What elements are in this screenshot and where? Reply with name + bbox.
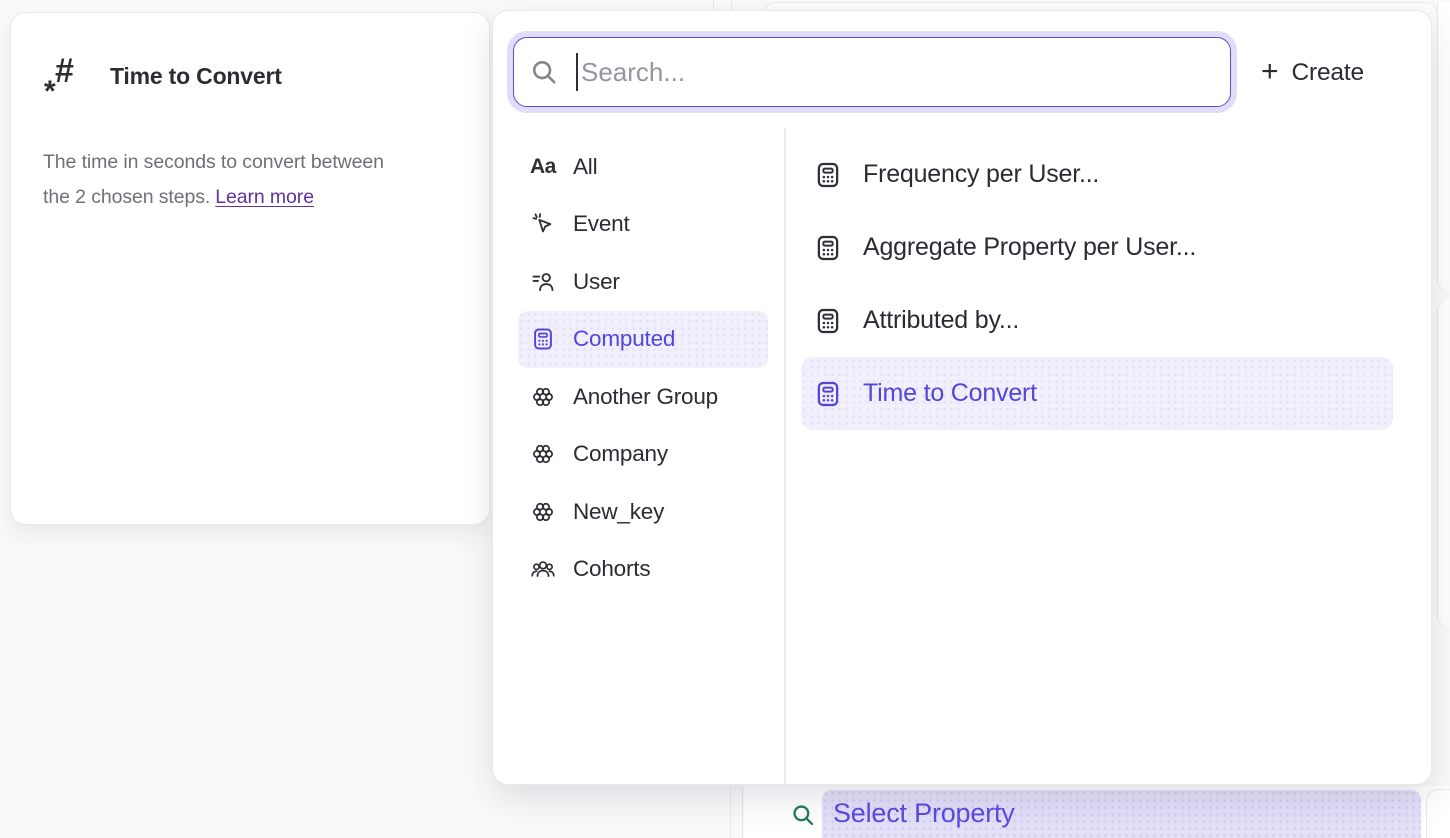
category-cohorts[interactable]: Cohorts	[518, 541, 768, 599]
category-new-key[interactable]: New_key	[518, 483, 768, 541]
tooltip-description: The time in seconds to convert between t…	[43, 145, 453, 215]
category-label: Cohorts	[573, 556, 650, 582]
result-time-to-convert[interactable]: Time to Convert	[801, 357, 1393, 430]
category-list: Aa All Event User Computed Another Group Compa…	[518, 138, 768, 598]
result-label: Aggregate Property per User...	[863, 233, 1196, 262]
category-label: Event	[573, 211, 630, 237]
category-another-group[interactable]: Another Group	[518, 368, 768, 426]
background-divider-line	[730, 788, 731, 838]
category-computed[interactable]: Computed	[518, 311, 768, 369]
category-company[interactable]: Company	[518, 426, 768, 484]
calculator-icon	[813, 160, 843, 190]
create-button-label: Create	[1292, 59, 1364, 87]
cohort-icon	[530, 556, 556, 582]
result-label: Frequency per User...	[863, 160, 1099, 189]
calculator-icon	[813, 233, 843, 263]
result-attributed-by[interactable]: Attributed by...	[801, 284, 1393, 357]
user-icon	[530, 269, 556, 295]
category-user[interactable]: User	[518, 253, 768, 311]
category-label: Another Group	[573, 384, 718, 410]
category-all[interactable]: Aa All	[518, 138, 768, 196]
group-icon	[530, 499, 556, 525]
learn-more-link[interactable]: Learn more	[215, 186, 314, 208]
select-property-label: Select Property	[833, 798, 1015, 828]
calculator-icon	[530, 326, 556, 352]
text-aa-icon: Aa	[530, 155, 556, 179]
select-property-search-icon	[790, 802, 816, 828]
search-box[interactable]	[513, 37, 1231, 107]
cursor-click-icon	[530, 211, 556, 237]
category-label: Computed	[573, 326, 675, 352]
category-label: All	[573, 154, 597, 180]
background-panel-corner	[1426, 789, 1450, 838]
sidebar-divider	[784, 128, 786, 786]
search-input[interactable]	[578, 57, 1230, 88]
calculator-icon	[813, 306, 843, 336]
background-divider-line	[742, 788, 743, 838]
results-list: Frequency per User... Aggregate Property …	[801, 138, 1393, 430]
calculator-icon	[813, 379, 843, 409]
result-label: Time to Convert	[863, 379, 1037, 408]
plus-icon: +	[1261, 57, 1279, 87]
result-frequency-per-user[interactable]: Frequency per User...	[801, 138, 1393, 211]
group-icon	[530, 441, 556, 467]
category-label: Company	[573, 441, 668, 467]
result-label: Attributed by...	[863, 306, 1019, 335]
category-event[interactable]: Event	[518, 196, 768, 254]
result-aggregate-property-per-user[interactable]: Aggregate Property per User...	[801, 211, 1393, 284]
select-property-field[interactable]: Select Property	[822, 790, 1421, 838]
category-label: New_key	[573, 499, 664, 525]
background-panel-right	[1437, 2, 1450, 291]
category-label: User	[573, 269, 620, 295]
tooltip-title: Time to Convert	[110, 63, 282, 90]
property-picker-dropdown: + Create Aa All Event User Computed Another G…	[492, 10, 1432, 785]
background-panel-right	[1437, 299, 1450, 627]
numeric-hash-icon: # *	[44, 53, 90, 107]
search-icon	[529, 57, 559, 87]
create-button[interactable]: + Create	[1261, 51, 1364, 95]
metric-tooltip-card: # * Time to Convert The time in seconds …	[10, 12, 490, 525]
group-icon	[530, 384, 556, 410]
